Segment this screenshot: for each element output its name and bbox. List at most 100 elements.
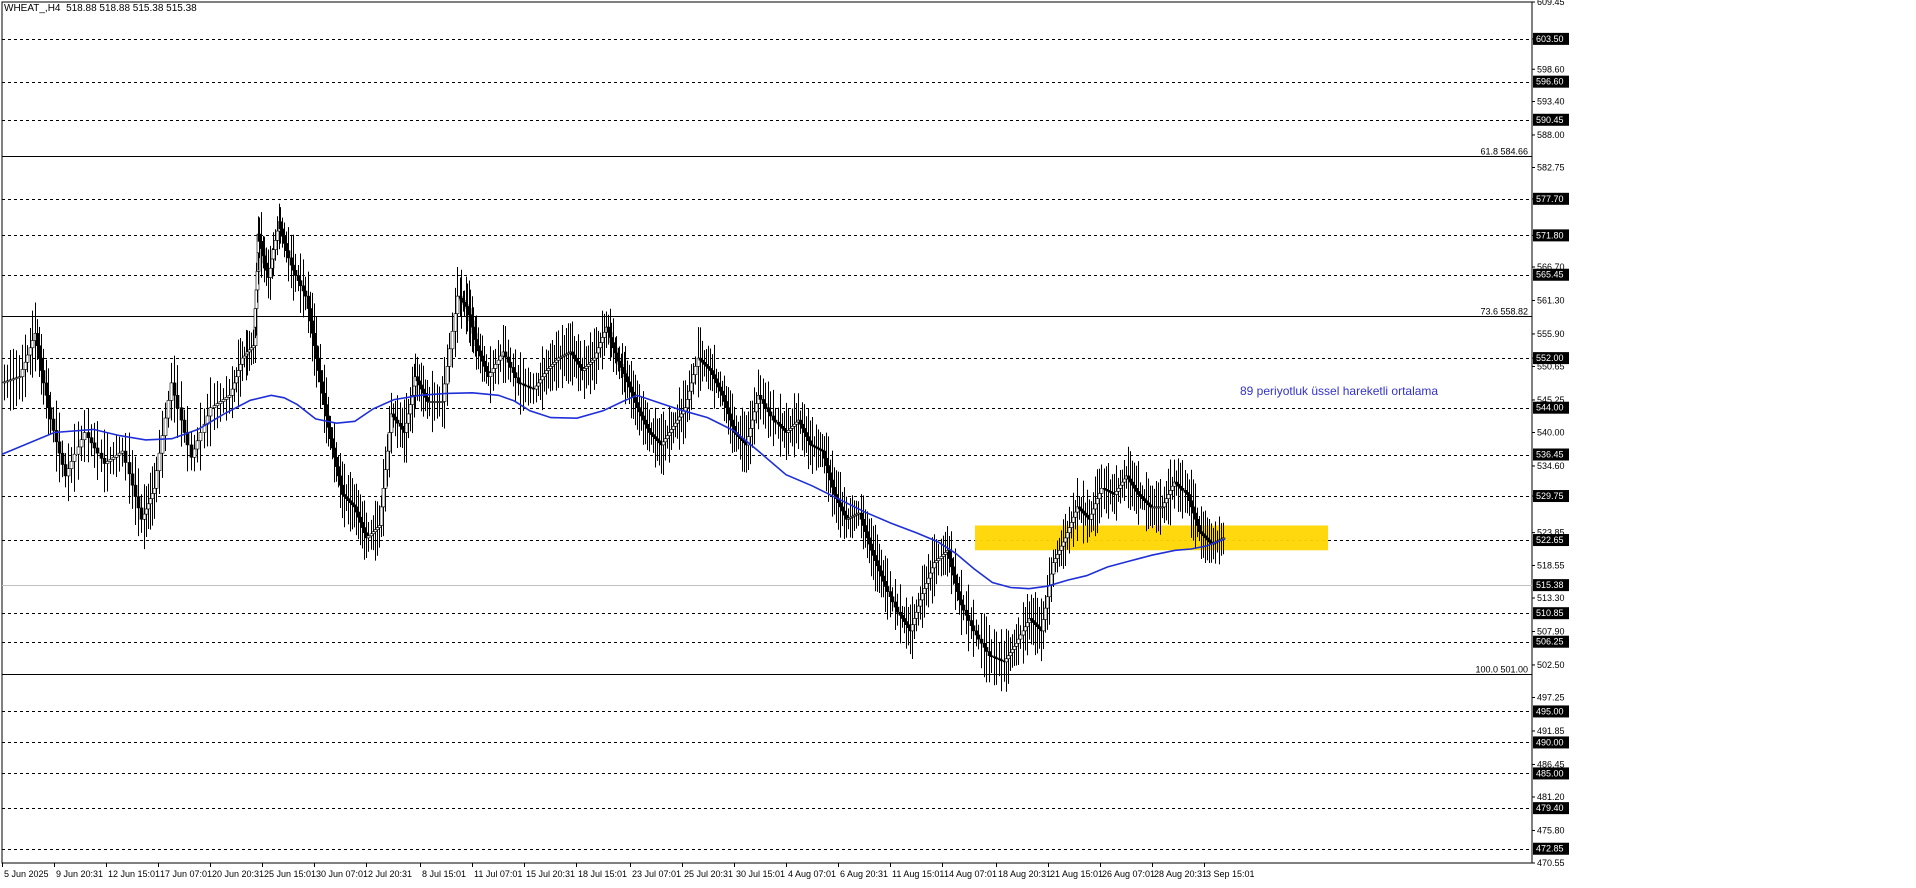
price-tick-label: 582.75 <box>1537 163 1565 173</box>
candle-body <box>195 440 200 450</box>
candle-body <box>865 531 870 539</box>
candle-body <box>633 397 638 403</box>
candle-body <box>488 372 493 378</box>
candle-body <box>752 411 757 421</box>
candle-body <box>291 264 296 271</box>
candle-body <box>157 452 162 472</box>
candle-body <box>491 368 496 373</box>
candle-body <box>1016 638 1021 644</box>
candle-body <box>445 366 450 385</box>
fib-label: 61.8 584.66 <box>1480 147 1528 157</box>
candle-body <box>570 351 575 356</box>
candle-body <box>620 367 625 371</box>
candle-body <box>1134 487 1139 492</box>
candle-body <box>17 376 22 379</box>
candle-body <box>596 347 601 354</box>
candle-body <box>44 382 49 396</box>
time-tick-label: 30 Jun 07:01 <box>316 869 368 879</box>
candle-body <box>493 364 498 369</box>
candle-body <box>582 368 587 371</box>
candle-body <box>1132 484 1137 489</box>
candle-body <box>76 446 81 455</box>
candle-body <box>824 458 829 466</box>
candle-body <box>934 560 939 563</box>
candle-body <box>922 588 927 594</box>
candle-body <box>482 360 487 367</box>
level-price-label: 565.45 <box>1536 270 1564 280</box>
candle-body <box>588 361 593 365</box>
candle-body <box>1010 649 1015 653</box>
time-tick-label: 14 Aug 07:01 <box>944 869 997 879</box>
candle-body <box>523 384 528 387</box>
candle-body <box>275 230 280 241</box>
candle-body <box>788 428 793 431</box>
candle-body <box>284 243 289 251</box>
candle-body <box>1047 585 1052 598</box>
candle-body <box>1170 485 1175 491</box>
candle-body <box>51 418 56 431</box>
price-tick-label: 481.20 <box>1537 792 1565 802</box>
candle-body <box>961 604 966 611</box>
candle-body <box>728 413 733 421</box>
candle-body <box>427 401 432 403</box>
candle-body <box>902 618 907 622</box>
candle-body <box>663 438 668 443</box>
candle-body <box>1093 503 1098 510</box>
candle-body <box>1199 531 1204 535</box>
candle-body <box>869 543 874 551</box>
candle-body <box>1128 478 1133 483</box>
candle-body <box>655 438 660 442</box>
candle-body <box>552 361 557 365</box>
price-tick-label: 540.00 <box>1537 428 1565 438</box>
candle-body <box>465 306 470 309</box>
candle-body <box>127 462 132 475</box>
price-series <box>2 203 1226 692</box>
candle-body <box>1037 626 1042 630</box>
candle-body <box>471 326 476 334</box>
candle-body <box>828 472 833 481</box>
level-price-label: 522.65 <box>1536 535 1564 545</box>
candle-body <box>776 421 781 425</box>
candle-body <box>296 275 301 281</box>
candle-body <box>224 397 229 400</box>
candle-body <box>82 432 87 441</box>
level-price-label: 536.45 <box>1536 450 1564 460</box>
price-chart[interactable]: 61.8 584.66 73.6 558.82 100.0 501.00 609.4… <box>0 0 1916 888</box>
candle-body <box>637 407 642 413</box>
candle-body <box>693 366 698 375</box>
candle-body <box>498 355 503 361</box>
candle-body <box>373 529 378 532</box>
candle-body <box>234 376 239 384</box>
time-tick-label: 15 Jul 20:31 <box>526 869 575 879</box>
candle-body <box>462 302 467 305</box>
candle-body <box>215 403 220 406</box>
candle-body <box>408 404 413 415</box>
time-tick-label: 2 Jul 20:31 <box>368 869 412 879</box>
candle-body <box>1144 500 1149 504</box>
candle-body <box>879 570 884 577</box>
candle-body <box>334 456 339 467</box>
candle-body <box>1203 535 1208 539</box>
candle-body <box>508 361 513 368</box>
candle-body <box>111 456 116 460</box>
candle-body <box>8 379 13 382</box>
level-price-label: 552.00 <box>1536 353 1564 363</box>
time-tick-label: 3 Sep 15:01 <box>1206 869 1255 879</box>
candle-body <box>1023 626 1028 632</box>
candle-body <box>1006 655 1011 660</box>
price-tick-label: 534.60 <box>1537 461 1565 471</box>
candle-body <box>984 647 989 652</box>
candle-body <box>966 615 971 621</box>
candle-body <box>1077 506 1082 510</box>
candle-body <box>1051 562 1056 575</box>
candle-body <box>1061 541 1066 547</box>
candle-body <box>342 494 347 497</box>
candle-body <box>1035 624 1040 628</box>
candle-body <box>724 401 729 409</box>
candle-body <box>1140 496 1145 499</box>
candle-body <box>310 320 315 334</box>
candle-body <box>144 508 149 515</box>
candle-body <box>1205 537 1210 541</box>
candle-body <box>1079 508 1084 512</box>
candle-body <box>689 382 694 392</box>
